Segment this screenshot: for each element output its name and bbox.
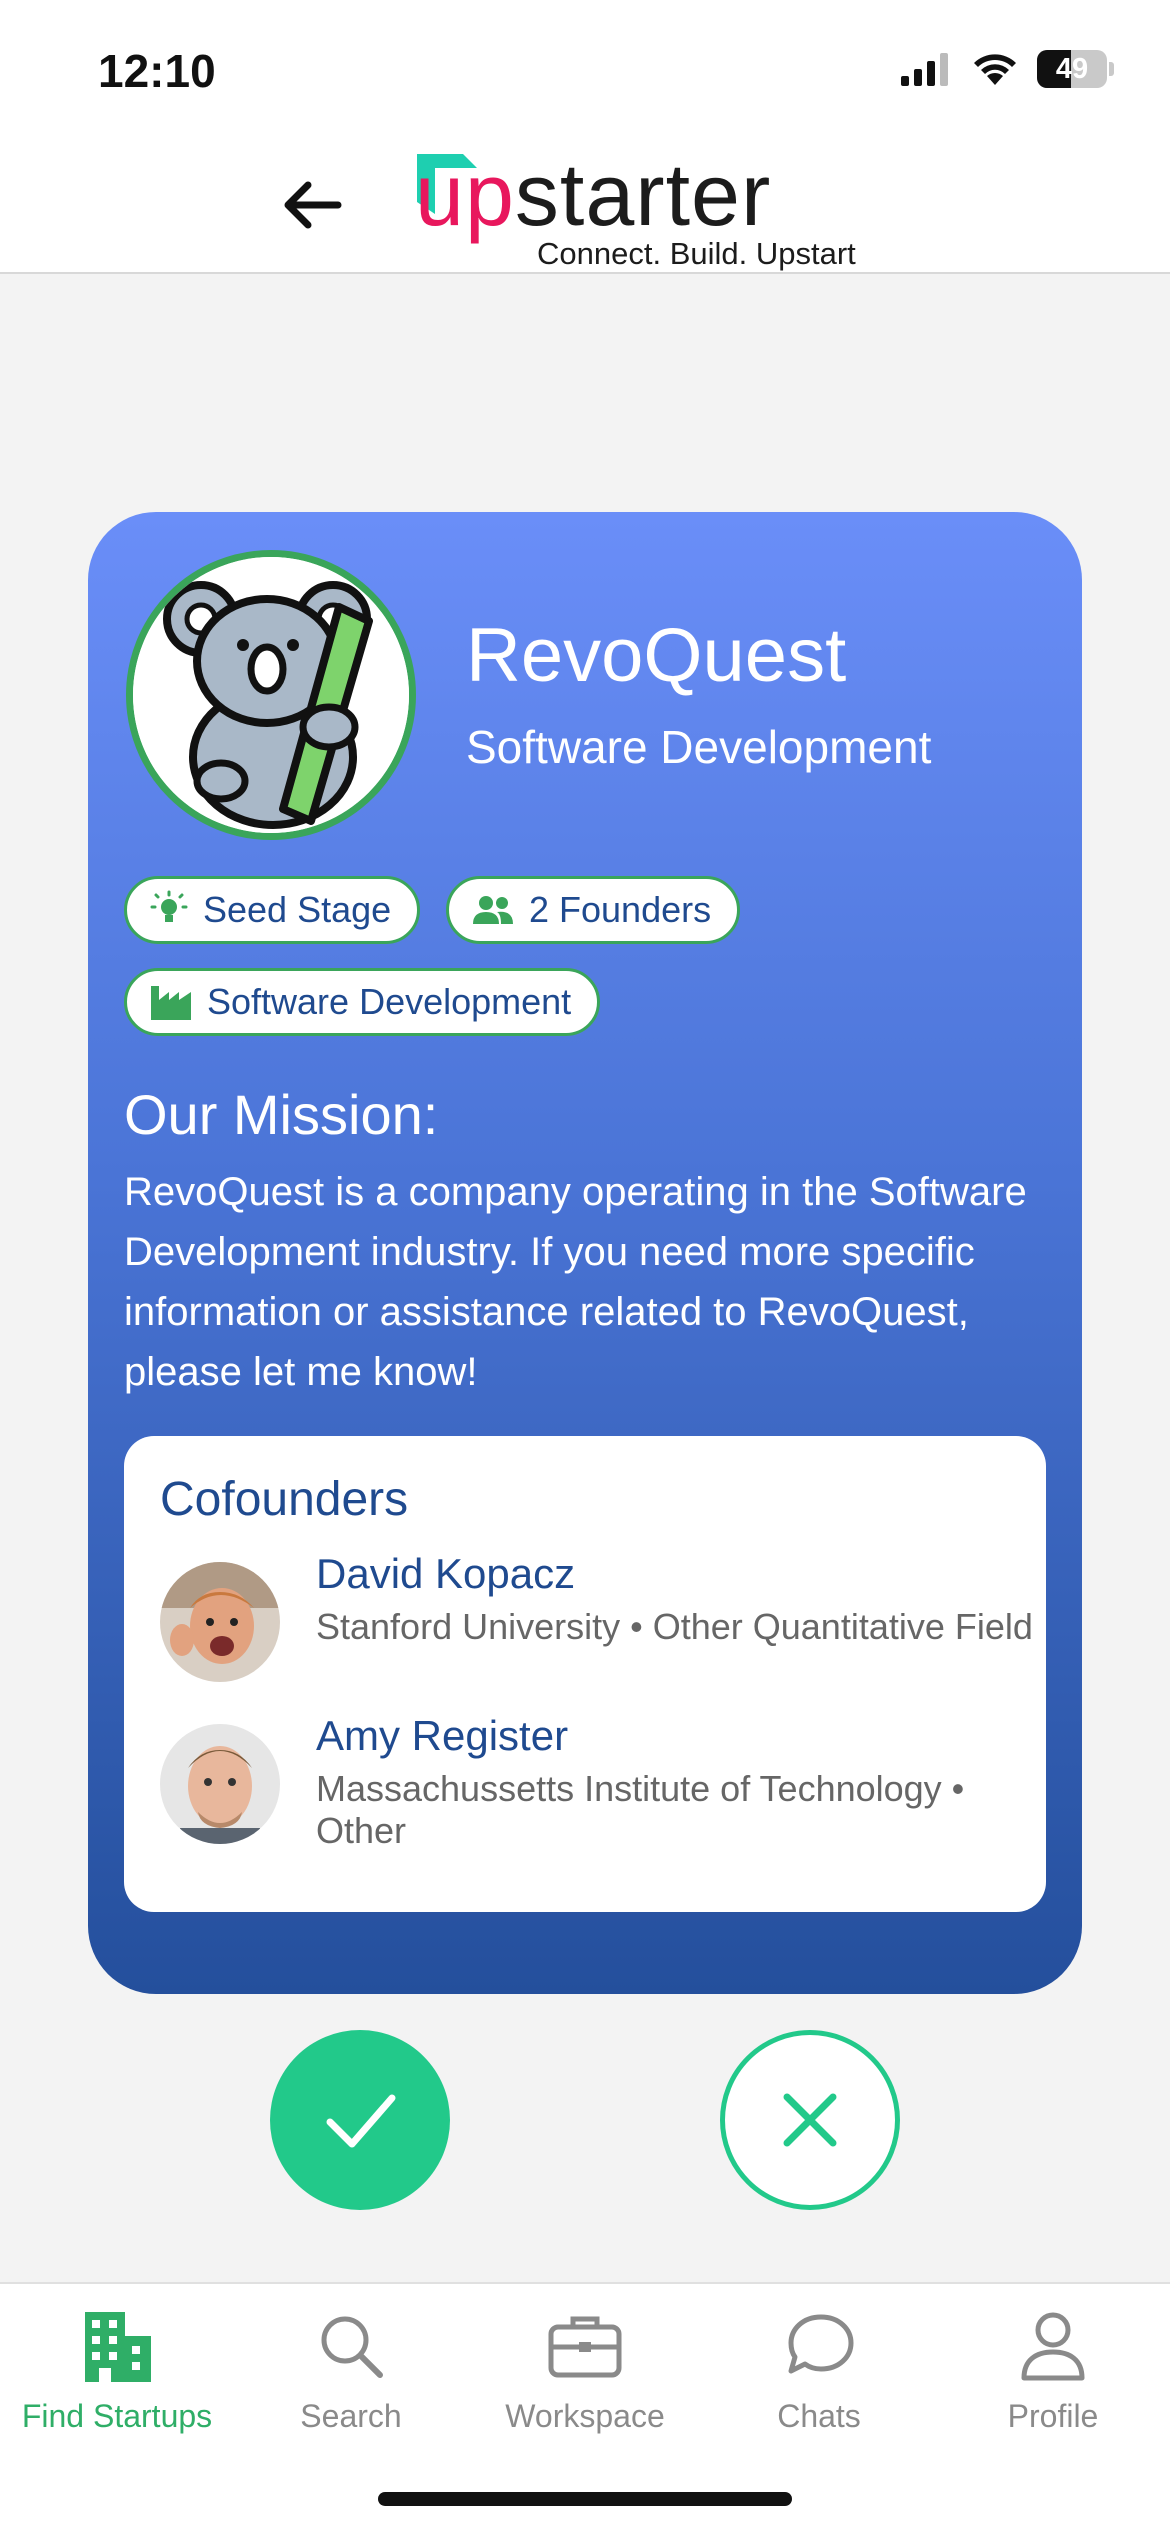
tab-label: Find Startups — [21, 2398, 213, 2434]
logo-wordmark: upstarter — [415, 144, 771, 246]
person-photo-icon — [160, 1562, 280, 1682]
tab-chats[interactable]: Chats — [702, 2306, 936, 2435]
logo-up: up — [415, 145, 515, 244]
chip-founders: 2 Founders — [446, 876, 741, 944]
cofounder-row[interactable]: Amy Register Massachussetts Institute of… — [160, 1712, 1020, 1880]
back-button[interactable] — [278, 170, 348, 240]
tab-label: Profile — [1007, 2398, 1099, 2434]
lightbulb-icon — [150, 890, 188, 922]
logo-starter: starter — [514, 145, 772, 244]
chip-industry: Software Development — [124, 968, 601, 1036]
cofounder-row[interactable]: David Kopacz Stanford University • Other… — [160, 1550, 1033, 1718]
factory-icon — [151, 986, 191, 1020]
people-icon — [473, 896, 513, 924]
chip-stage-label: Seed Stage — [203, 889, 392, 930]
battery-tip — [1109, 62, 1114, 76]
tab-profile[interactable]: Profile — [936, 2306, 1170, 2435]
tab-label: Chats — [777, 2398, 861, 2434]
cofounder-name: David Kopacz — [316, 1550, 576, 1597]
tab-find-startups[interactable]: Find Startups — [0, 2306, 234, 2435]
tab-workspace[interactable]: Workspace — [468, 2306, 702, 2435]
chip-founders-label: 2 Founders — [529, 889, 712, 930]
startup-name: RevoQuest — [466, 613, 847, 698]
startup-card[interactable]: RevoQuest Software Development Seed Stag… — [88, 512, 1082, 1994]
cofounder-detail: Massachussetts Institute of Technology •… — [316, 1768, 965, 1851]
person-icon — [1013, 2306, 1093, 2386]
cofounder-detail: Stanford University • Other Quantitative… — [316, 1606, 1033, 1647]
chip-stage: Seed Stage — [124, 876, 421, 944]
reject-button[interactable] — [720, 2030, 900, 2210]
chip-industry-label: Software Development — [207, 981, 572, 1022]
cofounder-name: Amy Register — [316, 1712, 569, 1759]
building-icon — [77, 2306, 157, 2386]
app-header: upstarter Connect. Build. Upstart — [0, 140, 1170, 274]
accept-button[interactable] — [270, 2030, 450, 2210]
startup-industry: Software Development — [466, 721, 932, 773]
cofounder-avatar — [160, 1724, 280, 1844]
battery-icon: 49 — [1037, 50, 1107, 88]
tab-search[interactable]: Search — [234, 2306, 468, 2435]
checkmark-icon — [326, 2094, 396, 2148]
person-photo-icon — [160, 1724, 280, 1844]
briefcase-icon — [545, 2306, 625, 2386]
home-indicator — [378, 2492, 792, 2506]
upstarter-logo: upstarter Connect. Build. Upstart — [415, 140, 865, 271]
search-icon — [311, 2306, 391, 2386]
cofounder-avatar — [160, 1562, 280, 1682]
battery-percent: 49 — [1055, 53, 1089, 85]
close-icon — [783, 2093, 837, 2147]
status-icons: 49 — [901, 50, 1114, 88]
tab-label: Workspace — [505, 2398, 665, 2434]
status-bar: 12:10 49 — [0, 0, 1170, 140]
mission-title: Our Mission: — [124, 1083, 439, 1146]
startup-avatar — [126, 550, 416, 840]
arrow-left-icon — [284, 181, 342, 229]
logo-tagline: Connect. Build. Upstart — [537, 236, 856, 271]
cofounders-panel: Cofounders David Kopacz Stanford Univers… — [124, 1436, 1046, 1912]
tab-label: Search — [300, 2398, 402, 2434]
mission-text: RevoQuest is a company operating in the … — [124, 1170, 1027, 1394]
signal-icon — [901, 53, 948, 86]
cofounders-title: Cofounders — [160, 1473, 409, 1526]
chat-icon — [779, 2306, 859, 2386]
koala-icon — [133, 557, 409, 833]
status-time: 12:10 — [98, 45, 216, 97]
wifi-icon — [974, 54, 1016, 85]
